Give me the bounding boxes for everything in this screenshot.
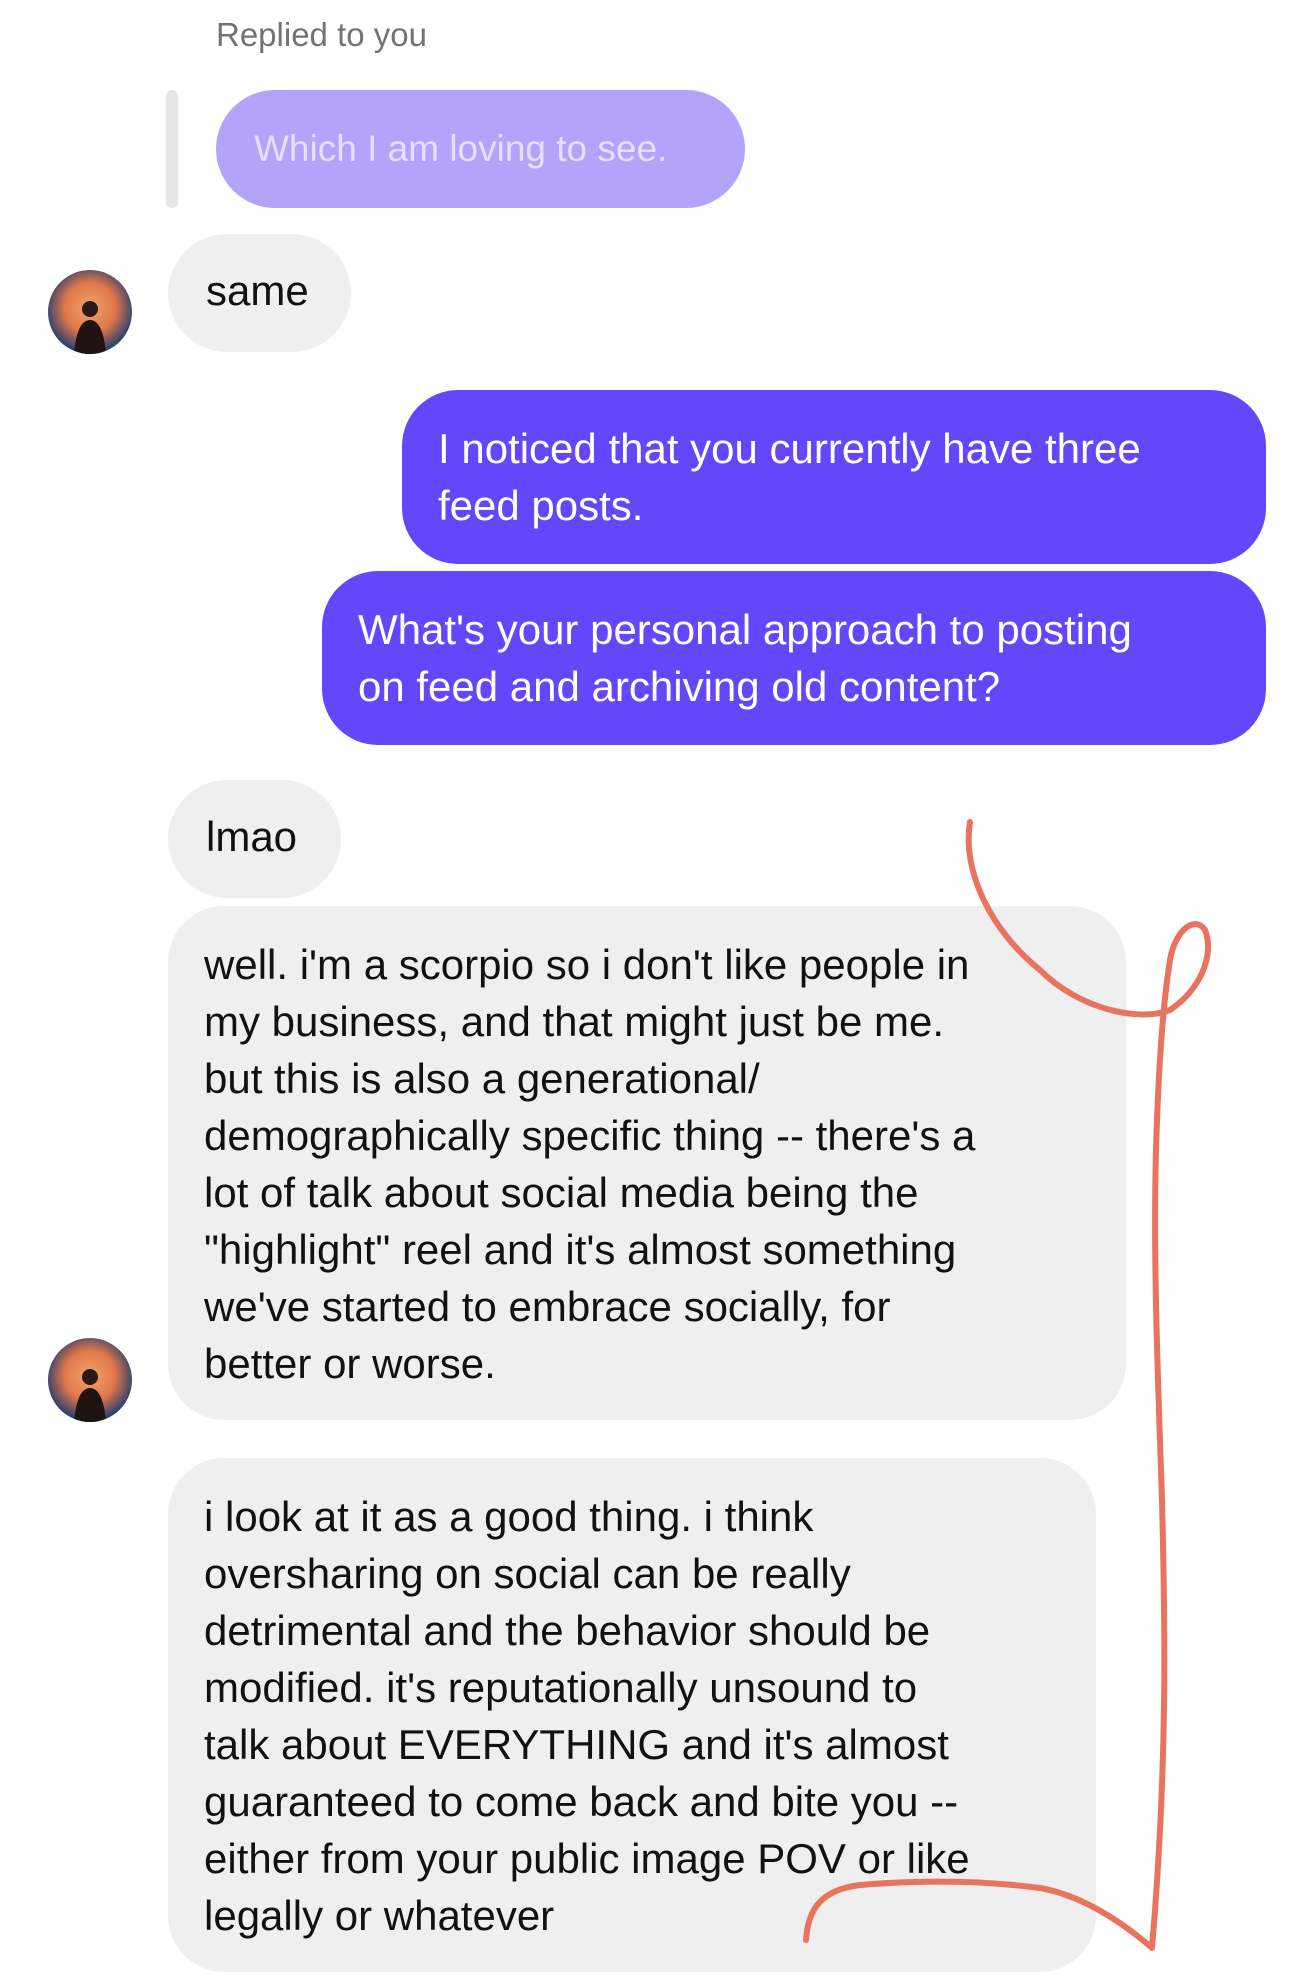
reply-quote-bar (166, 90, 178, 208)
avatar-photo-icon (48, 1338, 132, 1422)
message-bubble-lmao[interactable]: lmao (168, 780, 341, 898)
contact-avatar[interactable] (48, 1338, 132, 1422)
replied-to-you-label: Replied to you (216, 16, 427, 53)
message-bubble-three-feed-posts[interactable]: I noticed that you currently have three … (402, 390, 1266, 564)
message-bubble-posting-approach[interactable]: What's your personal approach to posting… (322, 571, 1266, 745)
message-bubble-good-thing[interactable]: i look at it as a good thing. i think ov… (168, 1458, 1096, 1972)
message-bubble-scorpio[interactable]: well. i'm a scorpio so i don't like peop… (168, 906, 1126, 1420)
quoted-message-bubble[interactable]: Which I am loving to see. (216, 90, 745, 208)
contact-avatar[interactable] (48, 270, 132, 354)
message-bubble-same[interactable]: same (168, 234, 351, 352)
avatar-photo-icon (48, 270, 132, 354)
